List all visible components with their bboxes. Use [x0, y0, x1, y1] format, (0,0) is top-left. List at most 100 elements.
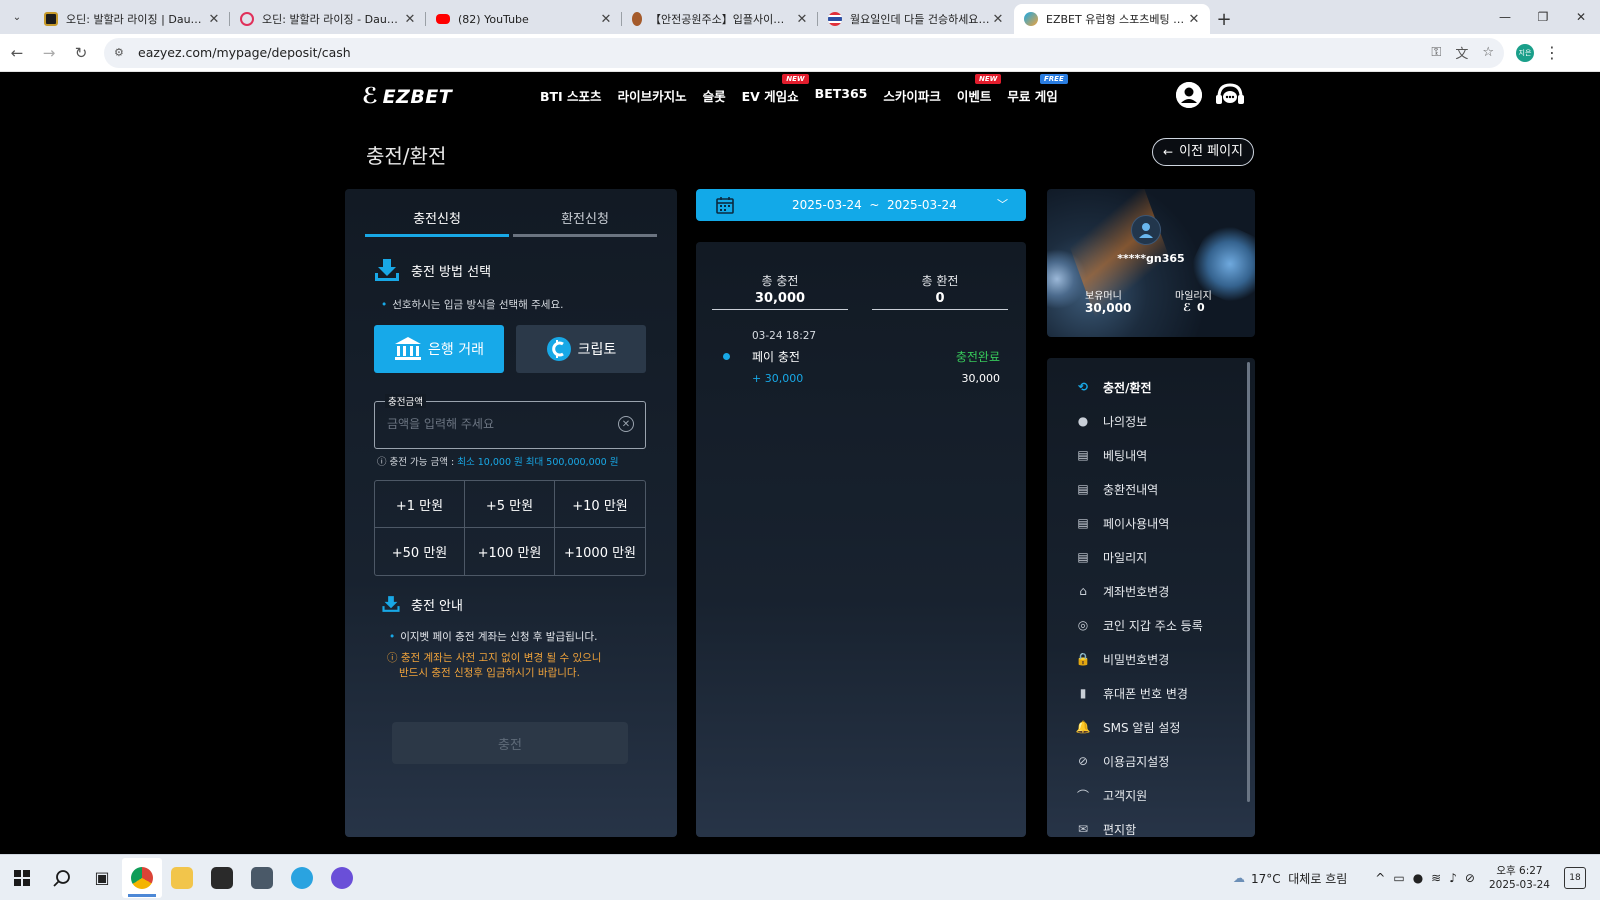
tab-search-chevron-icon[interactable]: ⌄: [0, 0, 34, 34]
password-key-icon[interactable]: ⚿: [1431, 45, 1441, 60]
nav-item[interactable]: 라이브카지노: [610, 86, 695, 105]
system-clock[interactable]: 오후 6:27 2025-03-24: [1489, 864, 1550, 892]
chevron-down-icon: ﹀: [997, 198, 1008, 211]
quick-amount-button[interactable]: +10 만원: [555, 481, 645, 528]
wifi-icon[interactable]: ≋: [1431, 871, 1441, 885]
chevron-up-icon[interactable]: ^: [1375, 871, 1385, 885]
menu-item-label: SMS 알림 설정: [1103, 720, 1181, 735]
browser-tab[interactable]: 【안전공원주소】입플사이트 이벤트 ✕: [622, 4, 818, 34]
crypto-method-button[interactable]: 크립토: [516, 325, 646, 373]
browser-profile-avatar[interactable]: 지은: [1516, 43, 1534, 62]
quick-amount-button[interactable]: +1 만원: [375, 481, 465, 528]
calculator-icon[interactable]: [242, 858, 282, 898]
windows-start-icon[interactable]: [2, 858, 42, 898]
nav-item[interactable]: 무료 게임 FREE: [999, 74, 1068, 105]
forward-arrow-icon[interactable]: →: [34, 38, 64, 68]
menu-item[interactable]: ⌒ 고객지원: [1047, 778, 1247, 812]
main-nav: BTI 스포츠 라이브카지노 슬롯 EV 게임쇼 NEW BET365 스카이파크 이벤트 NE…: [532, 74, 1068, 105]
tab-close-icon[interactable]: ✕: [402, 12, 418, 27]
browser-tab[interactable]: 월요일인데 다들 건승하세요 - 먹튀 ✕: [818, 4, 1014, 34]
tab-close-icon[interactable]: ✕: [990, 12, 1006, 27]
menu-item[interactable]: ✉ 편지함: [1047, 812, 1247, 837]
download-tray-icon: [382, 596, 400, 612]
nav-item[interactable]: BTI 스포츠: [532, 86, 610, 105]
telegram-icon[interactable]: [282, 858, 322, 898]
quick-amount-button[interactable]: +50 만원: [375, 528, 465, 575]
messenger-app-icon[interactable]: [322, 858, 362, 898]
menu-item[interactable]: ● 나의정보: [1047, 404, 1247, 438]
tab-close-icon[interactable]: ✕: [794, 12, 810, 27]
date-range-picker[interactable]: 2025-03-24 ~ 2025-03-24 ﹀: [696, 189, 1026, 221]
restore-icon[interactable]: ❐: [1524, 0, 1562, 34]
browser-tab[interactable]: 오딘: 발할라 라이징 | Daum게임 ✕: [34, 4, 230, 34]
quick-amount-button[interactable]: +1000 만원: [555, 528, 645, 575]
blocked-icon[interactable]: ⊘: [1465, 871, 1475, 885]
game-app-icon[interactable]: [202, 858, 242, 898]
reload-icon[interactable]: ↻: [66, 38, 96, 68]
site-info-icon[interactable]: ⚙: [114, 46, 128, 60]
menu-item[interactable]: ⌂ 계좌번호변경: [1047, 574, 1247, 608]
menu-item[interactable]: ▮ 휴대폰 번호 변경: [1047, 676, 1247, 710]
quick-amount-button[interactable]: +100 만원: [465, 528, 555, 575]
nav-item[interactable]: BET365: [807, 86, 876, 105]
translate-icon[interactable]: 文: [1455, 43, 1468, 62]
search-icon[interactable]: [42, 858, 82, 898]
task-view-icon[interactable]: ▣: [82, 858, 122, 898]
tab-close-icon[interactable]: ✕: [1186, 12, 1202, 27]
minimize-icon[interactable]: —: [1486, 0, 1524, 34]
nav-item[interactable]: 스카이파크: [875, 86, 949, 105]
back-arrow-icon[interactable]: ←: [2, 38, 32, 68]
tab-close-icon[interactable]: ✕: [598, 12, 614, 27]
menu-item-label: 충환전내역: [1103, 482, 1159, 497]
customer-support-headset-icon[interactable]: [1214, 82, 1244, 108]
menu-item[interactable]: ▤ 페이사용내역: [1047, 506, 1247, 540]
nav-item[interactable]: 이벤트 NEW: [949, 74, 1002, 105]
range-value: 최소 10,000 원 최대 500,000,000 원: [457, 457, 619, 468]
ezbet-logo[interactable]: ℰ EZBET: [362, 84, 452, 109]
transaction-dot: [723, 353, 730, 360]
clear-input-icon[interactable]: ✕: [618, 416, 634, 432]
nav-item[interactable]: EV 게임쇼 NEW: [734, 74, 809, 105]
menu-item[interactable]: ⟲ 충전/환전: [1047, 370, 1247, 404]
chrome-taskbar-icon[interactable]: [122, 857, 162, 898]
browser-menu-icon[interactable]: ⋮: [1544, 43, 1560, 62]
total-withdraw-label: 총 환전: [921, 274, 959, 288]
menu-item[interactable]: 🔔 SMS 알림 설정: [1047, 710, 1247, 744]
amount-input[interactable]: [387, 417, 607, 431]
close-window-icon[interactable]: ✕: [1562, 0, 1600, 34]
volume-icon[interactable]: ♪: [1449, 871, 1457, 885]
menu-item[interactable]: ◎ 코인 지갑 주소 등록: [1047, 608, 1247, 642]
person-icon: [1139, 223, 1153, 238]
nav-item[interactable]: 슬롯: [695, 86, 734, 105]
method-section-title: 충전 방법 선택: [411, 264, 492, 280]
user-account-icon[interactable]: [1176, 82, 1202, 108]
menu-item[interactable]: ⊘ 이용금지설정: [1047, 744, 1247, 778]
tab-withdraw-request[interactable]: 환전신청: [513, 201, 657, 237]
quick-amount-button[interactable]: +5 만원: [465, 481, 555, 528]
browser-tab[interactable]: (82) YouTube ✕: [426, 4, 622, 34]
new-tab-plus-icon[interactable]: +: [1210, 4, 1238, 34]
mic-icon[interactable]: ●: [1413, 871, 1423, 885]
menu-item[interactable]: 🔒 비밀번호변경: [1047, 642, 1247, 676]
browser-tab[interactable]: 오딘: 발할라 라이징 - Daum 카페 ✕: [230, 4, 426, 34]
browser-tab-active[interactable]: EZBET 유럽형 스포츠베팅 이지벳 ✕: [1014, 4, 1210, 34]
coin-wallet-icon: ◎: [1077, 618, 1089, 632]
address-bar[interactable]: ⚙ eazyez.com/mypage/deposit/cash ⚿ 文 ☆: [104, 37, 1504, 68]
menu-item[interactable]: ▤ 베팅내역: [1047, 438, 1247, 472]
menu-scrollbar[interactable]: [1247, 362, 1250, 802]
file-explorer-icon[interactable]: [162, 858, 202, 898]
warning-circle-icon: ⓘ: [387, 652, 401, 664]
bookmark-star-icon[interactable]: ☆: [1482, 45, 1494, 60]
nav-item-label: 무료 게임: [1007, 89, 1058, 104]
tab-deposit-request[interactable]: 충전신청: [365, 201, 509, 237]
previous-page-button[interactable]: ← 이전 페이지: [1152, 138, 1254, 166]
notification-center-icon[interactable]: 18: [1564, 867, 1586, 889]
tab-close-icon[interactable]: ✕: [206, 12, 222, 27]
network-icon[interactable]: ▭: [1393, 871, 1404, 885]
menu-item[interactable]: ▤ 충환전내역: [1047, 472, 1247, 506]
transaction-datetime: 03-24 18:27: [752, 330, 817, 342]
bank-method-button[interactable]: 은행 거래: [374, 325, 504, 373]
weather-widget[interactable]: ☁ 17°C 대체로 흐림: [1233, 870, 1347, 887]
menu-item[interactable]: ▤ 마일리지: [1047, 540, 1247, 574]
submit-deposit-button[interactable]: 충전: [392, 722, 628, 764]
